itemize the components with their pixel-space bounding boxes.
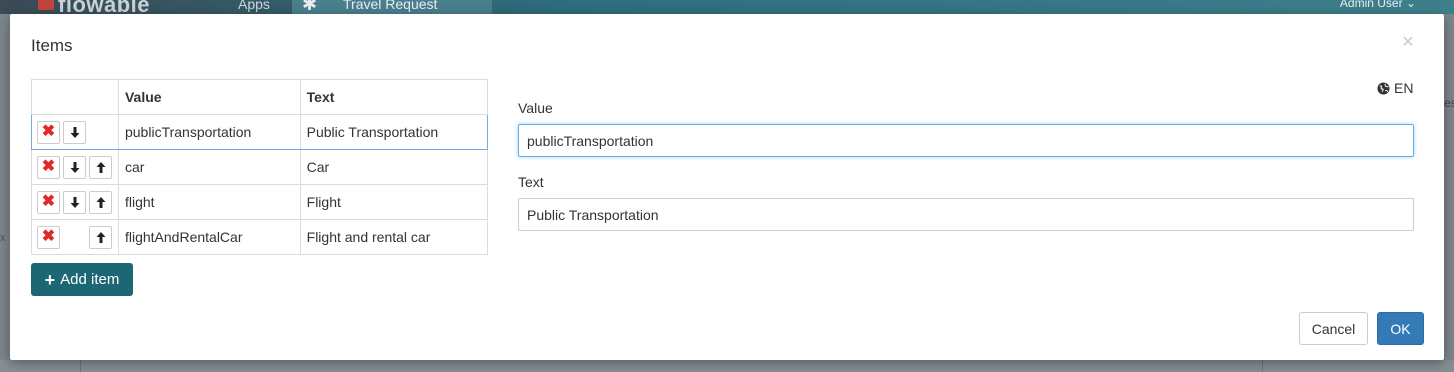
arrow-down-icon <box>70 196 79 208</box>
user-menu-label: Admin User <box>1339 0 1403 10</box>
text-column-header: Text <box>299 79 489 115</box>
flowable-logo-icon <box>38 0 54 10</box>
ok-button[interactable]: OK <box>1377 312 1424 345</box>
arrow-up-icon <box>96 161 105 173</box>
divider <box>80 360 81 372</box>
background-fragment: x <box>0 232 6 244</box>
add-item-label: Add item <box>60 271 120 288</box>
text-label: Text <box>518 174 544 190</box>
row-actions: ✖ <box>31 219 119 255</box>
move-up-button[interactable] <box>89 155 112 179</box>
divider <box>1262 360 1263 372</box>
table-row[interactable]: ✖ flightAndRentalCar Flight and rental car <box>31 219 489 255</box>
items-table: Value Text ✖ publicTransportation Public T… <box>31 79 489 255</box>
move-down-button[interactable] <box>63 190 86 214</box>
nav-apps[interactable]: Apps <box>238 0 270 12</box>
remove-icon: ✖ <box>41 158 56 175</box>
arrow-up-icon <box>96 231 105 243</box>
remove-item-button[interactable]: ✖ <box>37 190 60 214</box>
value-input[interactable] <box>518 124 1414 157</box>
item-text-cell[interactable]: Flight and rental car <box>299 219 489 255</box>
modal-title: Items <box>31 36 73 55</box>
remove-icon: ✖ <box>41 228 56 245</box>
items-modal: Items × Value Text ✖ publicTransportation… <box>10 14 1444 360</box>
remove-item-button[interactable]: ✖ <box>37 225 60 249</box>
background-fragment: es <box>1444 96 1454 110</box>
item-value-cell[interactable]: car <box>117 149 301 185</box>
item-value-cell[interactable]: flightAndRentalCar <box>117 219 301 255</box>
background-right: es <box>1444 14 1454 372</box>
row-actions: ✖ <box>31 184 119 220</box>
add-item-button[interactable]: + Add item <box>31 263 133 296</box>
app-star-icon: ✱ <box>302 0 318 14</box>
chevron-down-icon: ⌄ <box>1405 0 1416 10</box>
item-text-cell[interactable]: Car <box>299 149 489 185</box>
actions-header <box>31 79 119 115</box>
item-text-cell[interactable]: Flight <box>299 184 489 220</box>
user-menu[interactable]: Admin User ⌄ <box>1340 0 1416 10</box>
arrow-down-icon <box>70 161 79 173</box>
arrow-down-icon <box>70 126 79 138</box>
app-header: flowable Apps ✱ Travel Request Admin Use… <box>0 0 1454 14</box>
item-value-cell[interactable]: flight <box>117 184 301 220</box>
background-left: x <box>0 14 10 372</box>
remove-item-button[interactable]: ✖ <box>37 120 60 144</box>
value-column-header: Value <box>117 79 301 115</box>
plus-icon: + <box>44 269 56 290</box>
globe-icon <box>1377 81 1390 95</box>
move-up-button[interactable] <box>89 190 112 214</box>
remove-item-button[interactable]: ✖ <box>37 155 60 179</box>
table-row[interactable]: ✖ publicTransportation Public Transportati… <box>31 114 489 150</box>
item-text-cell[interactable]: Public Transportation <box>299 114 489 150</box>
nav-travel-request[interactable]: Travel Request <box>343 0 437 12</box>
close-icon[interactable]: × <box>1399 32 1417 52</box>
arrow-up-icon <box>96 196 105 208</box>
table-header-row: Value Text <box>31 79 489 115</box>
row-actions: ✖ <box>31 149 119 185</box>
move-down-button[interactable] <box>63 120 86 144</box>
remove-icon: ✖ <box>41 123 56 140</box>
row-actions: ✖ <box>31 114 119 150</box>
background-bottom <box>0 360 1454 372</box>
table-row[interactable]: ✖ car Car <box>31 149 489 185</box>
table-row[interactable]: ✖ flight Flight <box>31 184 489 220</box>
language-code: EN <box>1394 80 1414 96</box>
language-selector[interactable]: EN <box>1377 80 1413 96</box>
remove-icon: ✖ <box>41 193 56 210</box>
move-down-button[interactable] <box>63 155 86 179</box>
move-up-button[interactable] <box>89 225 112 249</box>
app-logo: flowable <box>58 0 151 14</box>
text-input[interactable] <box>518 198 1414 231</box>
item-value-cell[interactable]: publicTransportation <box>117 114 301 150</box>
value-label: Value <box>518 100 553 116</box>
cancel-button[interactable]: Cancel <box>1299 312 1368 345</box>
